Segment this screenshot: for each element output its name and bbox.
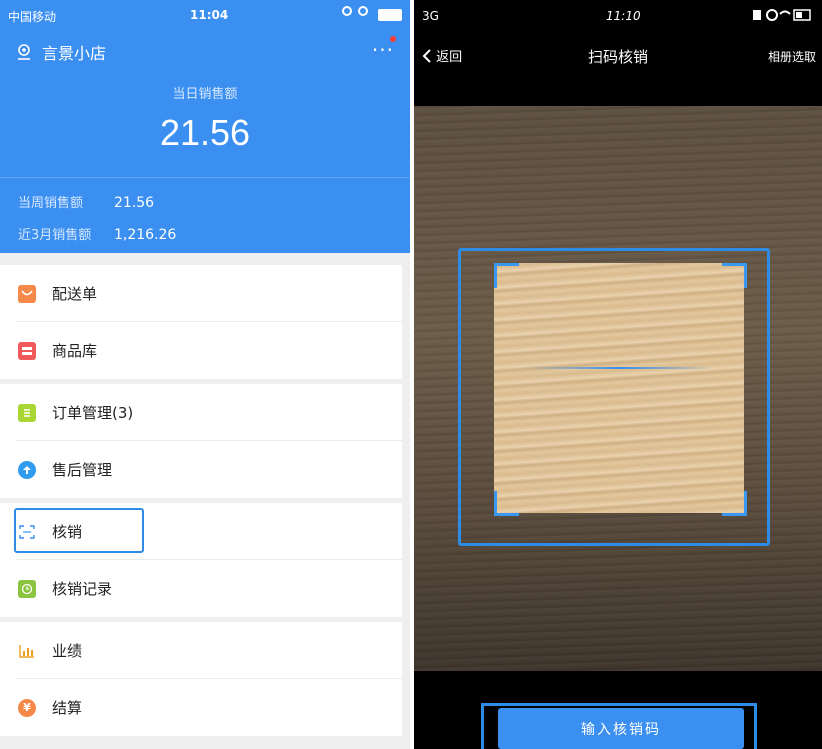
menu-item-verify-records[interactable]: 核销记录 — [0, 560, 402, 617]
after-sales-icon — [18, 460, 36, 479]
menu-item-settlement[interactable]: ¥ 结算 — [0, 679, 402, 736]
alarm-icon — [358, 6, 368, 16]
week-sales-label: 当周销售额 — [18, 196, 84, 211]
network-label: 3G — [422, 9, 439, 23]
menu-label: 核销记录 — [52, 580, 113, 598]
scan-corner-bottom-left — [494, 491, 519, 516]
location-pin-icon — [18, 44, 30, 60]
header-divider — [0, 177, 410, 178]
scan-corner-top-left — [494, 263, 519, 288]
menu-item-delivery[interactable]: 配送单 — [0, 265, 402, 322]
rotation-lock-icon — [342, 6, 352, 16]
bar-chart-icon — [18, 642, 36, 660]
scan-verify-screen: 3G 11:10 返回 扫码核销 相册选取 输入核销码 — [414, 0, 822, 749]
week-sales-row: 当周销售额 21.56 — [18, 192, 154, 211]
enter-code-button[interactable]: 输入核销码 — [498, 708, 744, 749]
battery-icon — [378, 9, 402, 21]
scan-line — [524, 367, 714, 369]
verify-highlight-box — [14, 508, 144, 553]
order-icon — [18, 403, 36, 422]
scan-area — [494, 263, 744, 513]
sales-header: 中国移动 11:04 言景小店 ··· 当日销售额 21.56 当周销售额 21.… — [0, 0, 410, 253]
menu-item-products[interactable]: 商品库 — [0, 322, 402, 379]
album-select-button[interactable]: 相册选取 — [768, 48, 816, 65]
menu-item-performance[interactable]: 业绩 — [0, 622, 402, 679]
product-library-icon — [18, 341, 36, 360]
menu-item-orders[interactable]: 订单管理(3) — [0, 384, 402, 441]
quarter-sales-value: 1,216.26 — [114, 227, 177, 243]
scan-corner-bottom-right — [722, 491, 747, 516]
status-time: 11:04 — [190, 8, 229, 22]
status-time: 11:10 — [606, 9, 641, 23]
menu-label: 业绩 — [52, 642, 83, 660]
status-bar: 3G 11:10 — [414, 0, 822, 32]
store-selector[interactable]: 言景小店 — [16, 40, 106, 64]
status-icons — [752, 8, 812, 25]
scan-corner-top-right — [722, 263, 747, 288]
menu-label: 配送单 — [52, 285, 98, 303]
quarter-sales-row: 近3月销售额 1,216.26 — [18, 224, 176, 243]
carrier-label: 中国移动 — [8, 10, 57, 24]
menu-label: 商品库 — [52, 342, 98, 360]
clock-icon — [18, 579, 36, 598]
menu-label: 售后管理 — [52, 461, 113, 479]
quarter-sales-label: 近3月销售额 — [18, 228, 92, 243]
menu-group-4: 业绩 ¥ 结算 — [0, 622, 402, 736]
page-title: 扫码核销 — [587, 48, 648, 66]
today-sales-value: 21.56 — [159, 112, 251, 153]
store-home-screen: 中国移动 11:04 言景小店 ··· 当日销售额 21.56 当周销售额 21.… — [0, 0, 410, 749]
yen-icon: ¥ — [18, 698, 36, 717]
store-name: 言景小店 — [42, 44, 107, 63]
nav-bar: 返回 扫码核销 相册选取 — [414, 36, 822, 76]
notification-dot — [390, 36, 396, 42]
menu-group-2: 订单管理(3) 售后管理 — [0, 384, 402, 498]
status-bar: 中国移动 11:04 — [0, 0, 410, 30]
menu-label: 订单管理(3) — [52, 404, 134, 422]
menu-item-after-sales[interactable]: 售后管理 — [0, 441, 402, 498]
week-sales-value: 21.56 — [114, 195, 155, 211]
menu-label: 结算 — [52, 699, 83, 717]
today-sales-label: 当日销售额 — [172, 87, 238, 102]
delivery-icon — [18, 284, 36, 303]
menu-group-1: 配送单 商品库 — [0, 265, 402, 379]
